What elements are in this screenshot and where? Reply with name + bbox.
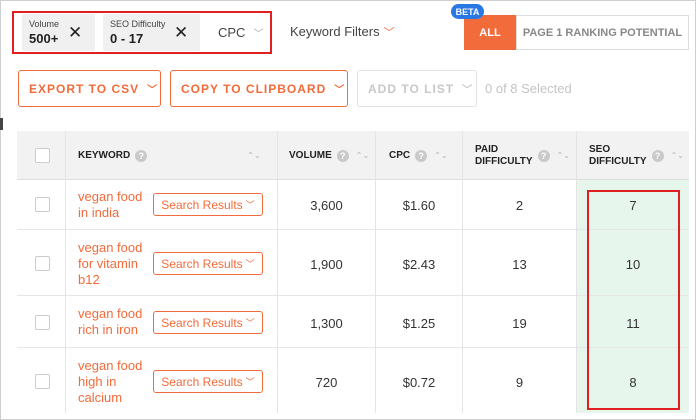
add-to-list-label: ADD TO LIST [368, 81, 455, 96]
sort-icon[interactable]: ⌃⌄ [671, 151, 684, 160]
table-header: KEYWORD ? ⌃⌄ VOLUME ? ⌃⌄ CPC ? ⌃⌄ PAID DI… [17, 131, 689, 180]
column-header-label: SEO DIFFICULTY [589, 144, 647, 168]
search-results-label: Search Results [161, 374, 243, 389]
keyword-line: b12 [78, 272, 100, 287]
chevron-down-icon: ﹀ [334, 85, 346, 96]
filters-highlight-box [12, 11, 272, 54]
column-header-seo-difficulty[interactable]: SEO DIFFICULTY ? ⌃⌄ [589, 131, 689, 180]
column-header-paid-difficulty[interactable]: PAID DIFFICULTY ? ⌃⌄ [475, 131, 577, 180]
column-header-label: PAID DIFFICULTY [475, 144, 533, 168]
help-icon[interactable]: ? [135, 149, 148, 162]
row-checkbox[interactable] [35, 315, 50, 330]
volume-cell: 1,300 [310, 316, 343, 331]
search-results-label: Search Results [161, 256, 243, 271]
keyword-line: high in [78, 374, 117, 389]
help-icon[interactable]: ? [651, 149, 664, 162]
volume-cell: 3,600 [310, 198, 343, 213]
column-header-volume[interactable]: VOLUME ? ⌃⌄ [289, 131, 381, 180]
row-checkbox[interactable] [35, 256, 50, 271]
column-header-label-line: DIFFICULTY [475, 155, 533, 167]
export-to-csv-button[interactable]: EXPORT TO CSV ﹀ [18, 70, 161, 107]
keyword-link[interactable]: vegan food rich in iron [78, 306, 142, 338]
selected-count: 0 of 8 Selected [485, 81, 572, 96]
beta-badge: BETA [451, 4, 484, 19]
chevron-down-icon: ﹀ [245, 200, 255, 210]
keyword-link[interactable]: vegan food for vitamin b12 [78, 240, 142, 288]
copy-to-clipboard-button[interactable]: COPY TO CLIPBOARD ﹀ [170, 70, 348, 107]
keyword-line: vegan food [78, 189, 143, 204]
search-results-label: Search Results [161, 197, 243, 212]
sort-icon[interactable]: ⌃⌄ [557, 151, 570, 160]
column-header-label-line: PAID [475, 143, 499, 155]
export-to-csv-label: EXPORT TO CSV [29, 81, 140, 96]
keyword-line: in india [78, 205, 120, 220]
paid-difficulty-cell: 19 [512, 316, 527, 331]
keyword-link[interactable]: vegan food high in calcium [78, 358, 142, 406]
keyword-line: vegan food [78, 306, 143, 321]
help-icon[interactable]: ? [336, 149, 349, 162]
keyword-filters-dropdown[interactable]: Keyword Filters ﹀ [290, 24, 395, 40]
cpc-cell: $1.25 [402, 316, 436, 331]
volume-cell: 720 [315, 375, 338, 390]
sort-icon[interactable]: ⌃⌄ [247, 151, 260, 160]
search-results-button[interactable]: Search Results ﹀ [153, 311, 263, 334]
column-header-label-line: SEO [589, 143, 611, 155]
seo-difficulty-highlight-box [587, 190, 680, 410]
select-all-checkbox[interactable] [35, 148, 50, 163]
column-header-cpc[interactable]: CPC ? ⌃⌄ [389, 131, 469, 180]
column-header-label: VOLUME [289, 149, 332, 161]
keyword-filters-label: Keyword Filters [290, 24, 380, 39]
sort-icon[interactable]: ⌃⌄ [434, 151, 447, 160]
chevron-down-icon: ﹀ [245, 377, 255, 387]
add-to-list-button[interactable]: ADD TO LIST ﹀ [357, 70, 477, 107]
keyword-line: for vitamin [78, 256, 138, 271]
keyword-line: rich in iron [78, 322, 138, 337]
paid-difficulty-cell: 13 [512, 257, 527, 272]
search-results-label: Search Results [161, 315, 243, 330]
help-icon[interactable]: ? [415, 149, 428, 162]
row-checkbox[interactable] [35, 374, 50, 389]
search-results-button[interactable]: Search Results ﹀ [153, 370, 263, 393]
column-header-label-line: DIFFICULTY [589, 155, 647, 167]
tab-all[interactable]: ALL [464, 15, 516, 50]
keyword-line: vegan food [78, 240, 143, 255]
search-results-button[interactable]: Search Results ﹀ [153, 252, 263, 275]
tab-page1-ranking-potential[interactable]: PAGE 1 RANKING POTENTIAL [516, 15, 689, 50]
keyword-line: vegan food [78, 358, 143, 373]
edge-marker [0, 118, 3, 130]
column-header-label: CPC [389, 149, 411, 161]
chevron-down-icon: ﹀ [245, 259, 255, 269]
cpc-cell: $0.72 [402, 375, 436, 390]
copy-to-clipboard-label: COPY TO CLIPBOARD [181, 81, 327, 96]
paid-difficulty-cell: 9 [515, 375, 524, 390]
chevron-down-icon: ﹀ [383, 27, 395, 39]
chevron-down-icon: ﹀ [245, 318, 255, 328]
column-header-label: KEYWORD [78, 149, 131, 161]
chevron-down-icon: ﹀ [462, 85, 474, 96]
paid-difficulty-cell: 2 [515, 198, 524, 213]
chevron-down-icon: ﹀ [147, 85, 159, 96]
keyword-line: calcium [78, 390, 123, 405]
volume-cell: 1,900 [310, 257, 343, 272]
sort-icon[interactable]: ⌃⌄ [356, 151, 369, 160]
row-checkbox[interactable] [35, 197, 50, 212]
help-icon[interactable]: ? [537, 149, 550, 162]
cpc-cell: $2.43 [402, 257, 436, 272]
cpc-cell: $1.60 [402, 198, 436, 213]
column-header-keyword[interactable]: KEYWORD ? ⌃⌄ [78, 131, 288, 180]
search-results-button[interactable]: Search Results ﹀ [153, 193, 263, 216]
keyword-link[interactable]: vegan food in india [78, 189, 142, 221]
